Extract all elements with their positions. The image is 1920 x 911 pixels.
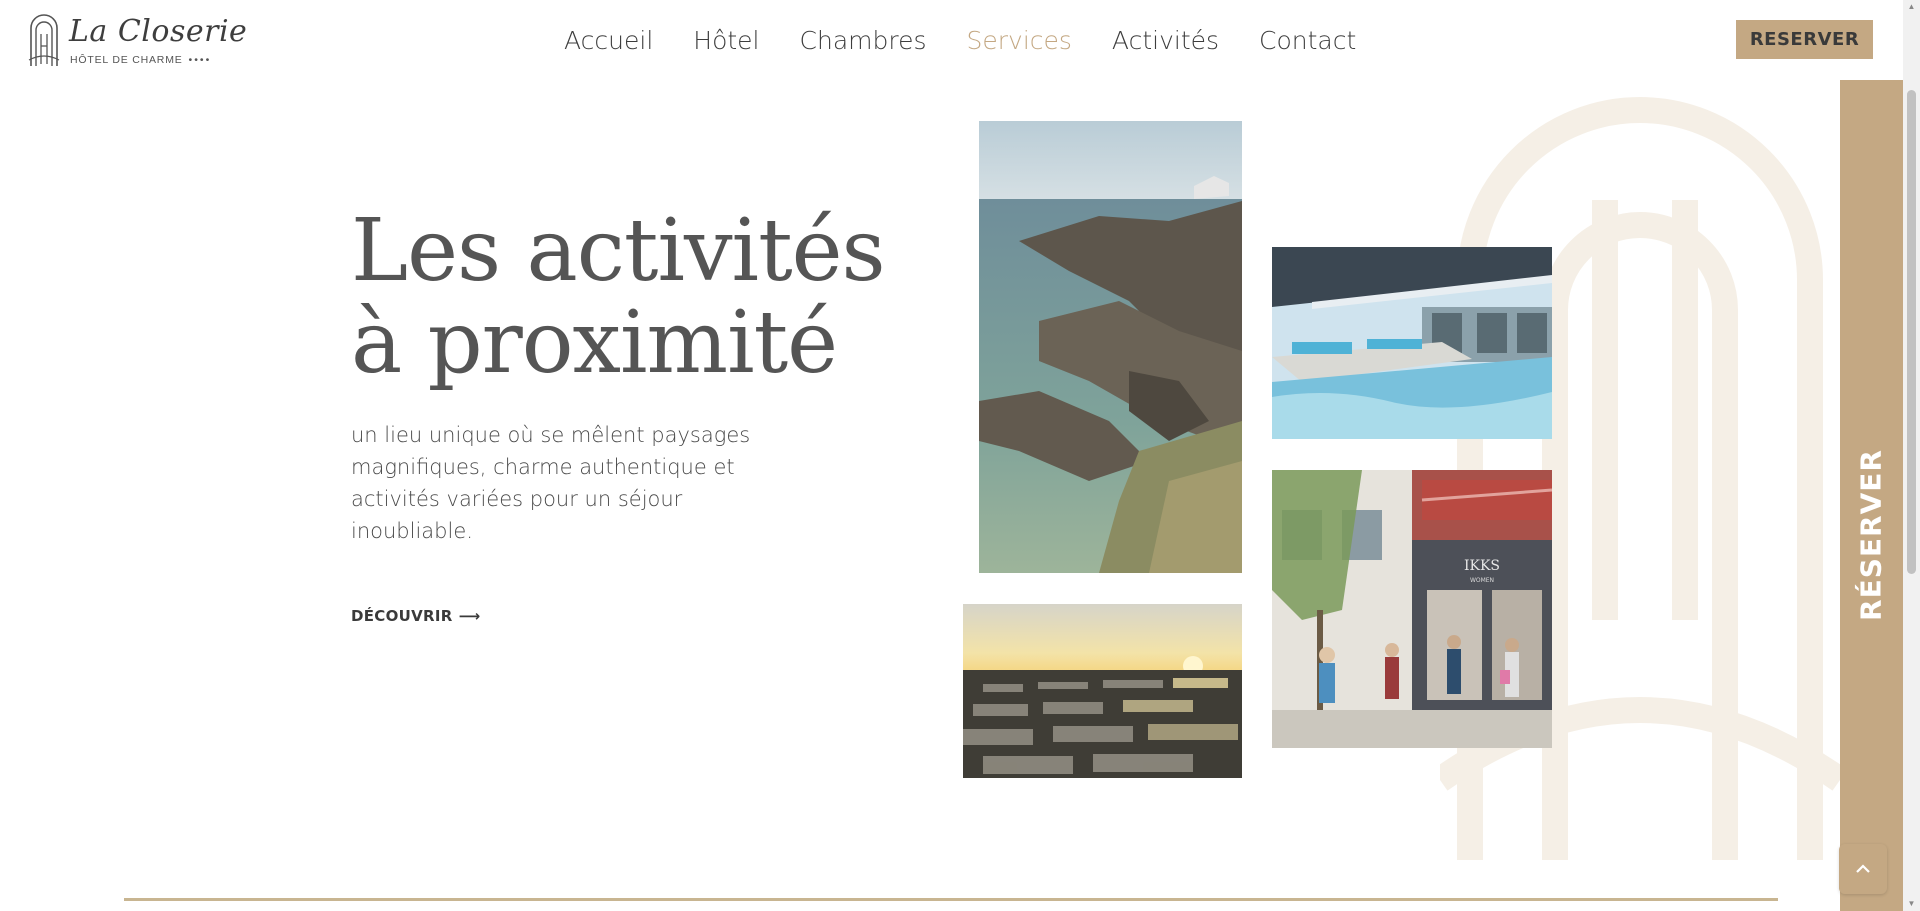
- arch-logo-icon: [28, 14, 60, 66]
- main-nav: Accueil Hôtel Chambres Services Activité…: [564, 22, 1356, 58]
- boutique-photo: IKKS WOMEN: [1272, 470, 1552, 748]
- reserve-button[interactable]: RESERVER: [1736, 20, 1873, 59]
- shop-sign: IKKS: [1464, 558, 1500, 574]
- logo-stars: ••••: [188, 54, 212, 66]
- scrollbar-thumb[interactable]: [1907, 90, 1916, 574]
- salt-marsh-photo: [963, 604, 1242, 778]
- scroll-down-arrow-icon[interactable]: ▼: [1903, 897, 1920, 911]
- spa-photo: [1272, 247, 1552, 439]
- nav-services[interactable]: Services: [967, 26, 1072, 55]
- nav-activites[interactable]: Activités: [1112, 26, 1219, 55]
- nav-hotel[interactable]: Hôtel: [693, 26, 759, 55]
- chevron-up-icon: [1856, 864, 1870, 873]
- shop-sign-sub: WOMEN: [1470, 577, 1494, 584]
- coast-photo: [979, 121, 1242, 573]
- nav-chambres[interactable]: Chambres: [800, 26, 927, 55]
- scroll-up-arrow-icon[interactable]: ▲: [1903, 0, 1920, 14]
- logo-wordmark: La Closerie: [69, 14, 248, 49]
- logo-tagline-text: HÔTEL DE CHARME: [70, 54, 183, 66]
- logo-tagline: HÔTEL DE CHARME ••••: [70, 54, 211, 66]
- side-reserve-tab[interactable]: RÉSERVER: [1840, 80, 1903, 911]
- scroll-top-button[interactable]: [1839, 844, 1887, 894]
- page-scrollbar[interactable]: ▲ ▼: [1903, 0, 1920, 911]
- nav-accueil[interactable]: Accueil: [564, 26, 653, 55]
- nav-contact[interactable]: Contact: [1259, 26, 1356, 55]
- site-header: La Closerie HÔTEL DE CHARME •••• Accueil …: [0, 0, 1903, 80]
- side-reserve-label: RÉSERVER: [1854, 449, 1888, 621]
- discover-link[interactable]: DÉCOUVRIR ⟶: [351, 607, 480, 625]
- title-line-2: à proximité: [351, 293, 838, 393]
- section-divider: [124, 898, 1778, 901]
- logo[interactable]: La Closerie HÔTEL DE CHARME ••••: [28, 14, 247, 70]
- page-title: Les activités à proximité: [351, 201, 886, 393]
- discover-label: DÉCOUVRIR: [351, 607, 453, 625]
- intro-text: un lieu unique où se mêlent paysages mag…: [351, 423, 751, 543]
- title-line-1: Les activités: [351, 201, 886, 301]
- arrow-right-icon: ⟶: [458, 607, 481, 625]
